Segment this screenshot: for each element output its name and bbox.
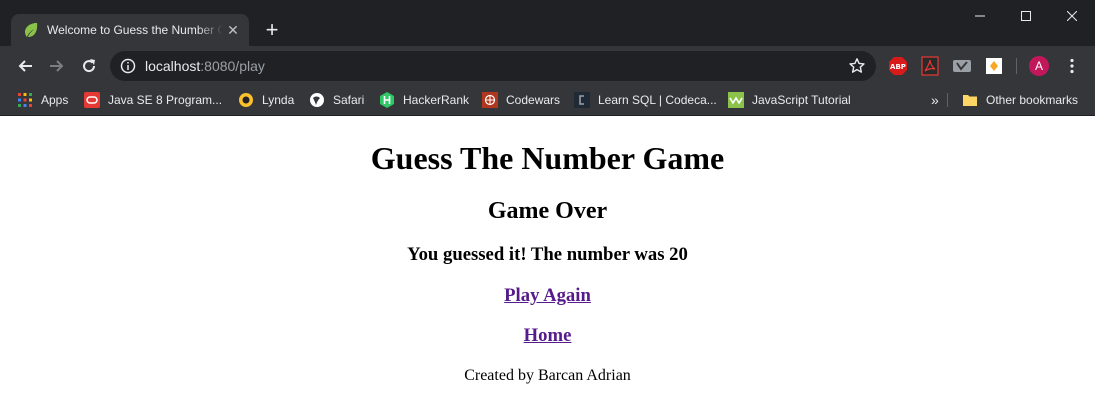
url-host: localhost [145,58,201,74]
info-icon[interactable] [120,58,136,74]
url-path: :8080/play [200,58,265,74]
spring-leaf-icon [25,23,38,37]
bookmarks-divider [947,93,948,107]
bookmark-label: Other bookmarks [986,93,1079,107]
play-again-link[interactable]: Play Again [504,285,591,306]
minimize-icon[interactable] [957,0,1003,32]
browser-window: Welcome to Guess the Number Game ✕ + [0,0,1095,419]
forward-arrow-icon [50,60,64,72]
tab-active[interactable]: Welcome to Guess the Number Game ✕ [11,14,249,46]
browser-toolbar: localhost:8080/play ABP A [0,46,1095,86]
bookmark-label: JavaScript Tutorial [752,93,851,107]
bookmark-learn-sql[interactable]: Learn SQL | Codeca... [574,91,717,109]
kebab-menu-icon [1070,58,1074,74]
play-again-container: Play Again [0,285,1095,307]
bookmark-label: Safari [333,93,365,107]
bookmark-lynda[interactable]: Lynda [238,91,294,109]
bookmark-apps[interactable]: Apps [17,91,68,109]
tab-close-icon[interactable]: ✕ [225,22,241,38]
home-link[interactable]: Home [524,325,572,346]
maximize-icon[interactable] [1003,0,1049,32]
star-icon[interactable] [848,57,866,75]
footer-credit: Created by Barcan Adrian [464,367,631,384]
abp-label: ABP [890,63,906,71]
bookmark-codewars[interactable]: Codewars [482,91,560,109]
page-content: Guess The Number Game Game Over You gues… [0,116,1095,419]
game-status-heading: Game Over [487,198,608,224]
bookmark-safari[interactable]: Safari [309,91,364,109]
tab-title: Welcome to Guess the Number Game [47,23,223,37]
apps-grid-icon [18,93,32,107]
back-arrow-icon [18,60,32,72]
home-container: Home [0,325,1095,347]
pdf-icon[interactable] [920,56,940,76]
folder-icon [963,95,977,106]
bookmark-label: Learn SQL | Codeca... [598,93,717,107]
new-tab-button[interactable]: + [262,19,282,41]
hackerrank-icon [380,92,394,108]
bookmark-label: Codewars [506,93,561,107]
bookmark-label: Lynda [262,93,295,107]
bookmark-hackerrank[interactable]: HackerRank [379,91,469,109]
profile-avatar[interactable]: A [1029,56,1049,76]
bookmarks-overflow-chevron-icon[interactable]: » [931,91,939,109]
bookmarks-bar: Apps Java SE 8 Program... Lynda Safari H… [0,86,1095,116]
page-title: Guess The Number Game [370,140,725,176]
bookmark-java[interactable]: Java SE 8 Program... [84,91,222,109]
bookmark-javascript-tutorial[interactable]: JavaScript Tutorial [728,91,851,109]
menu-button[interactable] [1062,56,1082,76]
codecademy-icon [574,92,590,108]
address-bar[interactable]: localhost:8080/play [110,51,876,81]
result-message: You guessed it! The number was 20 [407,244,688,265]
close-icon[interactable] [1049,0,1095,32]
back-button[interactable] [13,54,37,78]
w3schools-icon [728,92,744,108]
forward-button[interactable] [45,54,69,78]
vimeo-icon[interactable] [952,56,972,76]
bookmark-other-bookmarks[interactable]: Other bookmarks [962,91,1078,109]
toolbar-divider [1016,58,1017,74]
bookmark-label: Java SE 8 Program... [108,93,223,107]
bookmark-label: HackerRank [403,93,470,107]
tab-strip: Welcome to Guess the Number Game ✕ + [0,0,1095,46]
codewars-icon [482,92,498,108]
lynda-icon [239,93,253,107]
bookmark-label: Apps [41,93,69,107]
adblock-plus-icon[interactable]: ABP [888,56,908,76]
oracle-icon [84,92,100,108]
reload-button[interactable] [77,54,101,78]
safari-icon [310,93,324,107]
extension-icon[interactable] [984,56,1004,76]
url-text[interactable]: localhost:8080/play [145,57,265,75]
reload-icon [83,59,96,73]
